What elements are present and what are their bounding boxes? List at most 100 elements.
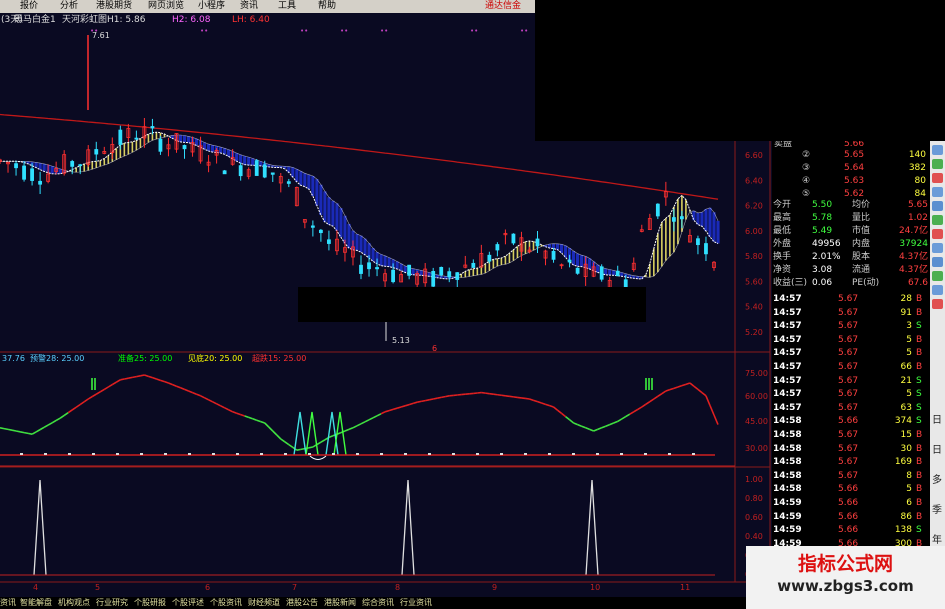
- tick-row: 14:57 5.67 91 B: [772, 307, 930, 320]
- stat-value: 4.37亿: [898, 265, 928, 275]
- osc-segment: [689, 382, 695, 387]
- bottom-tab-8[interactable]: 港股公告: [286, 597, 318, 609]
- osc-segment: [677, 384, 683, 388]
- tick-row: 14:58 5.67 30 B: [772, 443, 930, 456]
- bottom-tab-5[interactable]: 个股评述: [172, 597, 204, 609]
- osc-segment: [11, 429, 17, 432]
- osc-segment: [713, 414, 719, 425]
- osc-segment: [388, 408, 394, 412]
- osc-segment: [176, 385, 181, 389]
- candle-body: [696, 238, 700, 246]
- bottom-tab-2[interactable]: 机构观点: [58, 597, 90, 609]
- stat-row: 净资 3.08 流通 4.37亿: [772, 264, 930, 277]
- period-button[interactable]: 多: [932, 471, 942, 486]
- osc-segment: [617, 418, 623, 423]
- bottom-tab-10[interactable]: 综合资讯: [362, 597, 394, 609]
- tick-volume: 138: [894, 525, 912, 536]
- tick-time: 14:59: [773, 498, 802, 508]
- tool-icon[interactable]: [932, 243, 943, 253]
- osc-segment: [344, 428, 350, 432]
- candle-body: [671, 217, 676, 222]
- tick-time: 14:57: [773, 321, 802, 332]
- stat-key: 股本: [852, 252, 871, 262]
- candle-body: [158, 138, 163, 152]
- tool-icon[interactable]: [932, 229, 943, 239]
- osc-segment: [55, 417, 61, 422]
- menu-item-1[interactable]: 分析: [60, 0, 78, 13]
- osc-segment: [87, 395, 93, 400]
- tick-row: 14:58 5.66 5 B: [772, 483, 930, 496]
- tick-time: 14:59: [773, 525, 802, 536]
- tool-icon[interactable]: [932, 201, 943, 211]
- tick-time: 14:57: [773, 402, 802, 413]
- period-button[interactable]: 日: [932, 411, 942, 426]
- osc-segment: [505, 395, 510, 398]
- signal-dot: ••: [90, 27, 98, 35]
- osc-dot: [20, 453, 23, 455]
- osc-dot: [188, 453, 191, 455]
- stat-value: 0.06: [812, 278, 833, 288]
- menu-item-6[interactable]: 工具: [278, 0, 296, 13]
- bottom-tab-4[interactable]: 个股研报: [134, 597, 166, 609]
- tool-icon[interactable]: [932, 215, 943, 225]
- osc-segment: [256, 419, 261, 423]
- stat-value: 4.37亿: [898, 252, 928, 262]
- tick-row: 14:59 5.66 86 B: [772, 511, 930, 524]
- menu-item-2[interactable]: 港股期货: [96, 0, 132, 13]
- tool-icon[interactable]: [932, 159, 943, 169]
- osc-segment: [212, 401, 217, 405]
- osc-segment: [288, 443, 294, 449]
- osc-dot: [476, 453, 479, 455]
- osc-segment: [384, 409, 390, 413]
- bottom-tab-7[interactable]: 财经频道: [248, 597, 280, 609]
- osc-segment: [545, 403, 550, 407]
- tool-icon[interactable]: [932, 145, 943, 155]
- bottom-tab-0[interactable]: 资讯: [0, 597, 16, 609]
- osc-segment: [204, 397, 209, 401]
- candle-body: [318, 229, 323, 234]
- marker-label: 6: [432, 344, 437, 353]
- tool-icon[interactable]: [932, 271, 943, 281]
- tool-icon[interactable]: [932, 285, 943, 295]
- tool-icon[interactable]: [932, 299, 943, 309]
- ask-price: 5.65: [844, 150, 865, 160]
- menu-item-5[interactable]: 资讯: [240, 0, 258, 13]
- menu-item-0[interactable]: 报价: [20, 0, 38, 13]
- pulse-spike: [401, 479, 415, 576]
- osc-dot: [548, 453, 551, 455]
- osc-dot: [380, 453, 383, 455]
- tool-icon[interactable]: [932, 187, 943, 197]
- indicator-h1: 天河彩虹图H1: 5.86: [62, 15, 146, 25]
- bottom-tab-3[interactable]: 行业研究: [96, 597, 128, 609]
- stat-key: 最低: [773, 226, 792, 236]
- indicator-v4: 见底20: 25.00: [188, 353, 242, 363]
- period-button[interactable]: 年: [932, 531, 942, 546]
- osc-segment: [360, 421, 366, 425]
- menu-item-4[interactable]: 小程序: [198, 0, 225, 13]
- osc-segment: [445, 395, 450, 398]
- menu-item-7[interactable]: 帮助: [318, 0, 336, 13]
- osc-segment: [400, 405, 406, 408]
- tick-row: 14:57 5.67 21 S: [772, 375, 930, 388]
- tool-icon[interactable]: [932, 257, 943, 267]
- price-tick: 6.40: [745, 176, 763, 185]
- bottom-tab-11[interactable]: 行业资讯: [400, 597, 432, 609]
- osc-segment: [685, 382, 691, 386]
- osc-dot: [164, 453, 167, 455]
- stat-key: 内盘: [852, 239, 871, 249]
- bottom-tab-9[interactable]: 港股新闻: [324, 597, 356, 609]
- period-button[interactable]: 日: [932, 441, 942, 456]
- stat-value: 1.02: [907, 213, 928, 223]
- stat-value: 5.65: [907, 200, 928, 210]
- candle-body: [367, 262, 371, 270]
- stock-name[interactable]: 黑马白金1: [14, 13, 56, 27]
- bottom-tab-6[interactable]: 个股资讯: [210, 597, 242, 609]
- candle-body: [567, 259, 572, 263]
- menu-item-3[interactable]: 网页浏览: [148, 0, 184, 13]
- tool-icon[interactable]: [932, 173, 943, 183]
- bottom-tab-1[interactable]: 智能解盘: [20, 597, 52, 609]
- osc-segment: [348, 427, 354, 431]
- osc-segment: [585, 427, 590, 431]
- osc-segment: [43, 424, 49, 429]
- period-button[interactable]: 季: [932, 501, 942, 516]
